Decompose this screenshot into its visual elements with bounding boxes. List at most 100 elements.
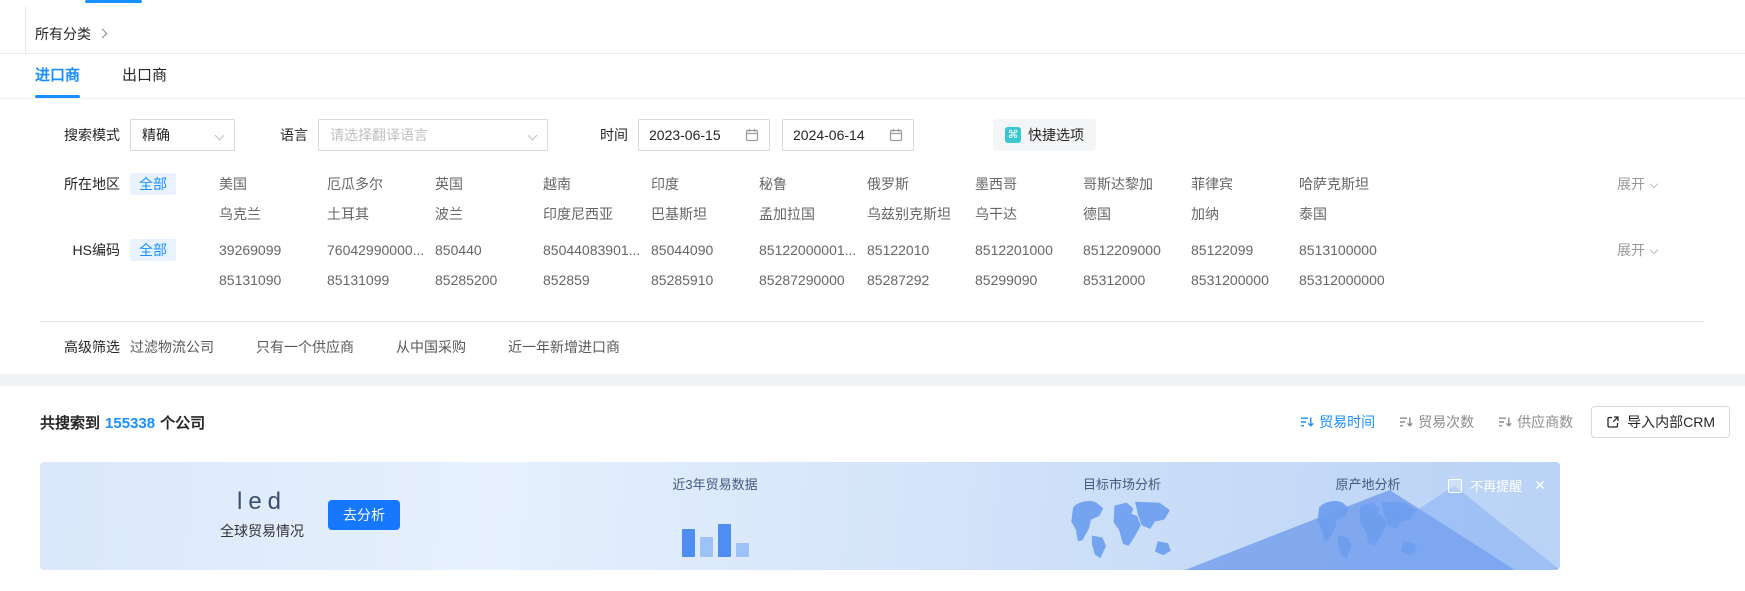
region-all-chip[interactable]: 全部: [130, 173, 176, 195]
hs-code-option[interactable]: 85285200: [435, 265, 543, 295]
hs-code-option[interactable]: 39269099: [219, 235, 327, 265]
region-option[interactable]: 菲律宾: [1191, 169, 1299, 199]
region-option[interactable]: 乌兹别克斯坦: [867, 199, 975, 229]
target-market-label: 目标市场分析: [1042, 474, 1202, 493]
importer-exporter-tabs: 进口商 出口商: [0, 54, 1745, 99]
sort-supplier-count[interactable]: 供应商数: [1498, 412, 1573, 432]
hs-code-option[interactable]: 850440: [435, 235, 543, 265]
sort-trade-time[interactable]: 贸易时间: [1300, 412, 1375, 432]
hs-code-options-row2: 85131090 85131099 85285200 852859 852859…: [219, 265, 1407, 295]
hs-code-option[interactable]: 85287292: [867, 265, 975, 295]
sort-icon: [1498, 415, 1512, 429]
close-icon[interactable]: ✕: [1534, 477, 1546, 494]
region-option[interactable]: 哈萨克斯坦: [1299, 169, 1407, 199]
region-option[interactable]: 乌克兰: [219, 199, 327, 229]
region-option[interactable]: 德国: [1083, 199, 1191, 229]
breadcrumb[interactable]: 所有分类: [35, 24, 91, 44]
hs-code-option[interactable]: 8512209000: [1083, 235, 1191, 265]
hs-code-option[interactable]: 8531200000: [1191, 265, 1299, 295]
hs-code-option[interactable]: 852859: [543, 265, 651, 295]
region-option[interactable]: 英国: [435, 169, 543, 199]
chart-bar: [736, 543, 749, 557]
hs-code-option[interactable]: 85044083901...: [543, 235, 651, 265]
region-filter-row: 所在地区 全部 美国 厄瓜多尔 英国 越南 印度 秘鲁 俄罗斯 墨西哥 哥斯达黎…: [0, 169, 1745, 229]
region-options-row2: 乌克兰 土耳其 波兰 印度尼西亚 巴基斯坦 孟加拉国 乌兹别克斯坦 乌干达 德国…: [219, 199, 1407, 229]
banner-subtitle: 全球贸易情况: [220, 521, 304, 541]
single-supplier-option[interactable]: 只有一个供应商: [256, 337, 354, 357]
hs-code-filter-row: HS编码 全部 39269099 76042990000... 850440 8…: [0, 235, 1745, 295]
region-option[interactable]: 俄罗斯: [867, 169, 975, 199]
dont-remind-checkbox[interactable]: [1448, 479, 1462, 493]
search-mode-select[interactable]: 精确: [130, 119, 235, 151]
region-option[interactable]: 秘鲁: [759, 169, 867, 199]
hs-code-option[interactable]: 85287290000: [759, 265, 867, 295]
region-expand-toggle[interactable]: 展开: [1617, 169, 1657, 199]
calendar-icon: [889, 128, 903, 142]
trade-insight-banner: led 全球贸易情况 去分析 近3年贸易数据 目标市场分析: [40, 462, 1560, 570]
region-option[interactable]: 印度: [651, 169, 759, 199]
region-option[interactable]: 加纳: [1191, 199, 1299, 229]
region-option[interactable]: 乌干达: [975, 199, 1083, 229]
analyze-button[interactable]: 去分析: [328, 500, 400, 530]
region-option[interactable]: 孟加拉国: [759, 199, 867, 229]
origin-analysis-block[interactable]: 原产地分析: [1288, 474, 1448, 563]
region-option[interactable]: 巴基斯坦: [651, 199, 759, 229]
import-crm-button[interactable]: 导入内部CRM: [1591, 406, 1730, 438]
new-importers-option[interactable]: 近一年新增进口商: [508, 337, 620, 357]
tab-exporters[interactable]: 出口商: [122, 54, 167, 98]
region-option[interactable]: 墨西哥: [975, 169, 1083, 199]
region-option[interactable]: 土耳其: [327, 199, 435, 229]
chevron-right-icon: [98, 29, 108, 39]
banner-keyword-block: led 全球贸易情况 去分析: [220, 488, 400, 541]
tab-importers[interactable]: 进口商: [35, 54, 80, 98]
hs-code-option[interactable]: 8512201000: [975, 235, 1083, 265]
target-market-block[interactable]: 目标市场分析: [1042, 474, 1202, 563]
advanced-filter-row: 高级筛选 过滤物流公司 只有一个供应商 从中国采购 近一年新增进口商: [0, 322, 1745, 374]
region-options: 美国 厄瓜多尔 英国 越南 印度 秘鲁 俄罗斯 墨西哥 哥斯达黎加 菲律宾 哈萨…: [219, 169, 1407, 229]
hs-code-option[interactable]: 85131099: [327, 265, 435, 295]
region-option[interactable]: 越南: [543, 169, 651, 199]
hs-code-all-chip[interactable]: 全部: [130, 239, 176, 261]
filter-card: 进口商 出口商 搜索模式 精确 语言 请选择翻译语言 时间 2023-06-15…: [0, 54, 1745, 374]
calendar-icon: [745, 128, 759, 142]
region-option[interactable]: 泰国: [1299, 199, 1407, 229]
results-toolbar: 贸易时间 贸易次数 供应商数 导入内部CRM: [1276, 406, 1730, 438]
hs-code-option[interactable]: 85312000000: [1299, 265, 1407, 295]
region-option[interactable]: 哥斯达黎加: [1083, 169, 1191, 199]
results-card: 共搜索到155338个公司 贸易时间 贸易次数 供应商数 导入内部CRM: [0, 386, 1745, 570]
hs-code-expand-label: 展开: [1617, 235, 1645, 265]
origin-analysis-label: 原产地分析: [1288, 474, 1448, 493]
search-keyword: led: [220, 488, 304, 516]
hs-code-option[interactable]: 85312000: [1083, 265, 1191, 295]
start-date-input[interactable]: 2023-06-15: [638, 119, 770, 151]
hs-code-option[interactable]: 85285910: [651, 265, 759, 295]
chart-bar: [718, 524, 731, 557]
left-panel-divider: [25, 6, 26, 53]
hs-code-options: 39269099 76042990000... 850440 850440839…: [219, 235, 1407, 295]
hs-code-option[interactable]: 85122010: [867, 235, 975, 265]
hs-code-label: HS编码: [0, 235, 120, 295]
buy-from-china-option[interactable]: 从中国采购: [396, 337, 466, 357]
section-gap: [0, 374, 1745, 386]
hs-code-option[interactable]: 85122000001...: [759, 235, 867, 265]
filter-logistics-option[interactable]: 过滤物流公司: [130, 337, 214, 357]
hs-code-expand-toggle[interactable]: 展开: [1617, 235, 1657, 265]
hs-code-option[interactable]: 85122099: [1191, 235, 1299, 265]
hs-code-option[interactable]: 85044090: [651, 235, 759, 265]
region-option[interactable]: 波兰: [435, 199, 543, 229]
region-option[interactable]: 美国: [219, 169, 327, 199]
start-date-value: 2023-06-15: [649, 127, 721, 143]
quick-options-button[interactable]: ⌘ 快捷选项: [993, 119, 1096, 151]
language-select[interactable]: 请选择翻译语言: [318, 119, 548, 151]
hs-code-option[interactable]: 85299090: [975, 265, 1083, 295]
sort-trade-count[interactable]: 贸易次数: [1399, 412, 1474, 432]
chevron-down-icon: [1650, 180, 1658, 188]
hs-code-option[interactable]: 8513100000: [1299, 235, 1407, 265]
trade-data-chart-block[interactable]: 近3年贸易数据: [635, 474, 795, 557]
hs-code-option[interactable]: 76042990000...: [327, 235, 435, 265]
hs-code-option[interactable]: 85131090: [219, 265, 327, 295]
end-date-input[interactable]: 2024-06-14: [782, 119, 914, 151]
language-placeholder: 请选择翻译语言: [330, 125, 428, 145]
region-option[interactable]: 厄瓜多尔: [327, 169, 435, 199]
region-option[interactable]: 印度尼西亚: [543, 199, 651, 229]
